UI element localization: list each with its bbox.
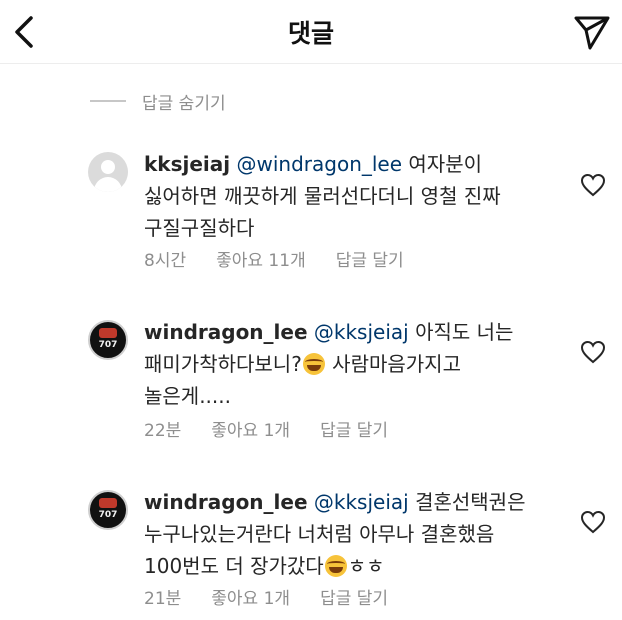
comment-time: 22분 bbox=[144, 421, 182, 441]
heart-icon[interactable] bbox=[580, 510, 606, 534]
paper-plane-icon[interactable] bbox=[572, 12, 612, 52]
comment-time: 8시간 bbox=[144, 251, 187, 271]
comment-mention[interactable]: @kksjeiaj bbox=[314, 320, 409, 344]
comment-username[interactable]: windragon_lee bbox=[144, 320, 308, 344]
comment-likes[interactable]: 좋아요 11개 bbox=[216, 246, 306, 271]
replies-divider-line bbox=[90, 100, 126, 102]
avatar[interactable] bbox=[88, 152, 128, 192]
header: 댓글 bbox=[0, 0, 622, 64]
comment-username[interactable]: windragon_lee bbox=[144, 490, 308, 514]
reply-button[interactable]: 답글 달기 bbox=[320, 584, 388, 609]
comment-meta: 21분 좋아요 1개 답글 달기 bbox=[144, 584, 418, 609]
hide-replies-label: 답글 숨기기 bbox=[142, 93, 226, 114]
avatar-badge-text: 707 bbox=[98, 340, 118, 350]
laughing-emoji-icon bbox=[324, 555, 347, 577]
comment-body: windragon_lee @kksjeiaj 결혼선택권은 누구나있는거란다 … bbox=[144, 486, 544, 582]
avatar[interactable]: 707 bbox=[88, 490, 128, 530]
page-title: 댓글 bbox=[287, 19, 334, 48]
avatar[interactable]: 707 bbox=[88, 320, 128, 360]
comment-text-continued: ㅎㅎ bbox=[347, 554, 385, 578]
laughing-emoji-icon bbox=[302, 353, 325, 375]
comment-meta: 8시간 좋아요 11개 답글 달기 bbox=[144, 246, 434, 271]
comment-time: 21분 bbox=[144, 589, 182, 609]
comment-likes[interactable]: 좋아요 1개 bbox=[211, 416, 290, 441]
comment-username[interactable]: kksjeiaj bbox=[144, 152, 230, 176]
heart-icon[interactable] bbox=[580, 340, 606, 364]
hide-replies-toggle[interactable]: 답글 숨기기 bbox=[90, 88, 226, 114]
comment-meta: 22분 좋아요 1개 답글 달기 bbox=[144, 416, 418, 441]
comment-body: windragon_lee @kksjeiaj 아직도 너는 패미가착하다보니?… bbox=[144, 316, 544, 412]
comment-likes[interactable]: 좋아요 1개 bbox=[211, 584, 290, 609]
reply-button[interactable]: 답글 달기 bbox=[336, 246, 404, 271]
reply-button[interactable]: 답글 달기 bbox=[320, 416, 388, 441]
comment-body: kksjeiaj @windragon_lee 여자분이 싫어하면 깨끗하게 물… bbox=[144, 148, 544, 244]
avatar-badge-text: 707 bbox=[98, 510, 118, 520]
comment-mention[interactable]: @windragon_lee bbox=[237, 152, 403, 176]
comment-mention[interactable]: @kksjeiaj bbox=[314, 490, 409, 514]
heart-icon[interactable] bbox=[580, 173, 606, 197]
